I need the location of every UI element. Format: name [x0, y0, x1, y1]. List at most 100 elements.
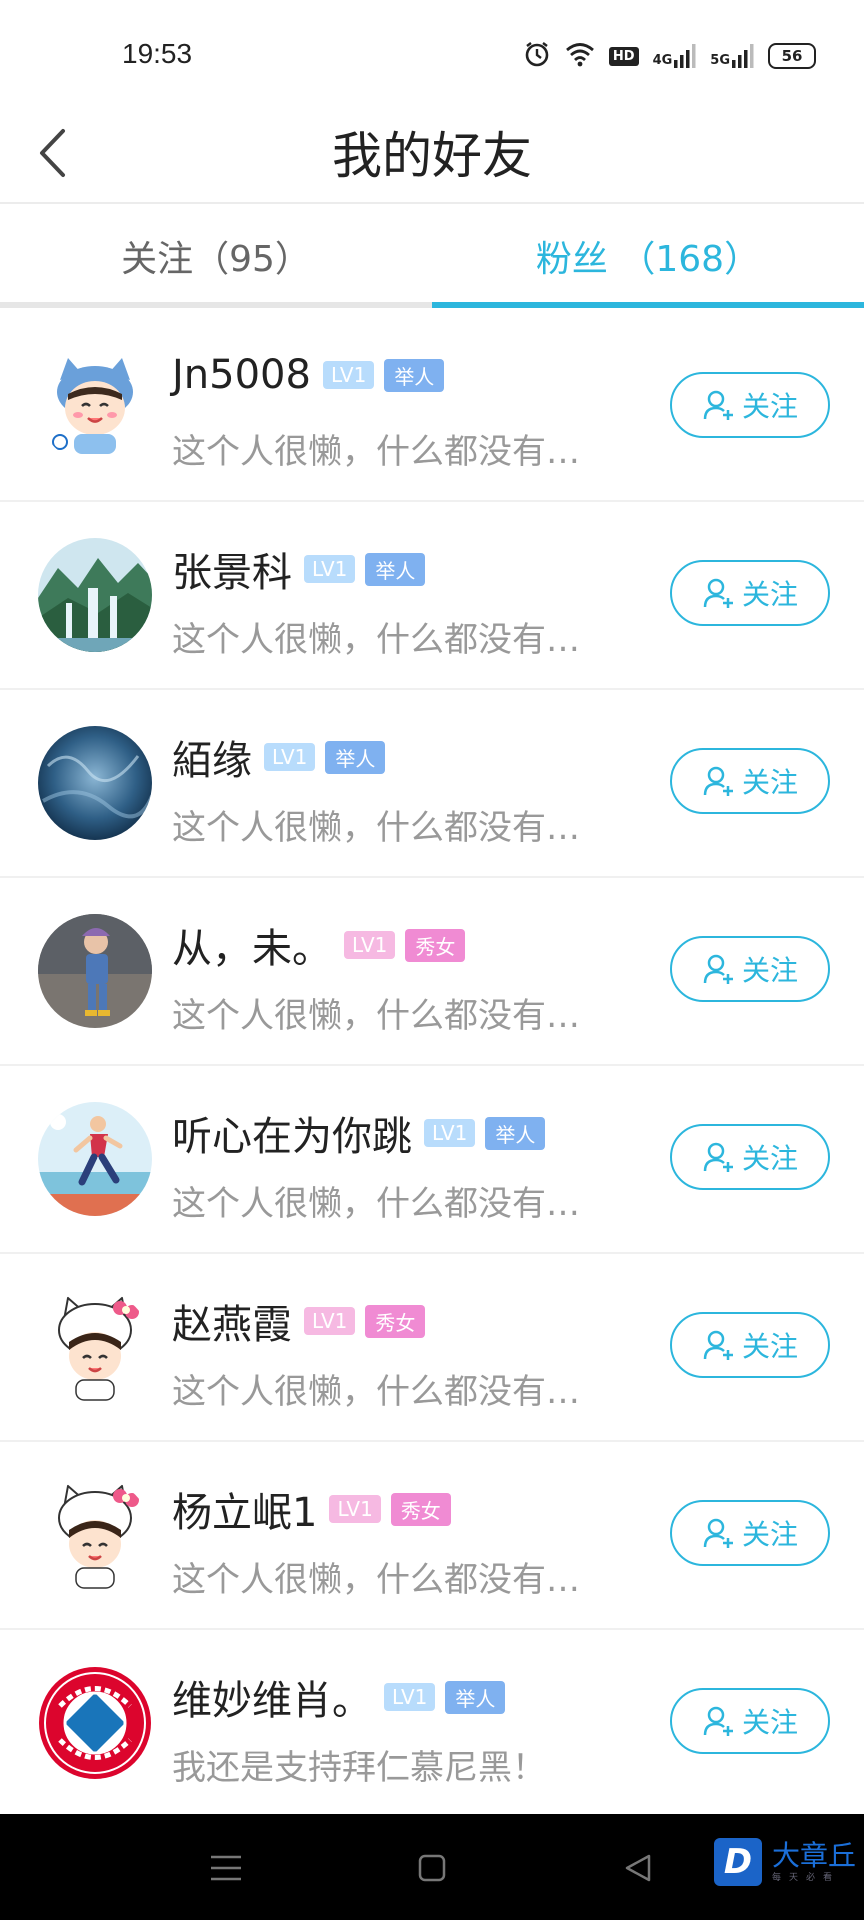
name-line: Jn5008 LV1 举人 — [172, 352, 445, 398]
title-badge: 举人 — [365, 552, 426, 586]
title-badge: 举人 — [485, 1116, 546, 1150]
page-header: 我的好友 — [0, 108, 864, 202]
watermark: D 大章丘 每天必看 — [714, 1838, 856, 1886]
user-name: 杨立岷1 — [172, 1490, 318, 1536]
battery-icon: 56 — [768, 43, 816, 69]
signal-5g-icon: 5G — [710, 44, 754, 68]
status-bar: 19:53 HD 4G 5G 56 — [0, 0, 864, 108]
add-user-icon — [703, 390, 733, 420]
user-name: 絔缘 — [172, 738, 252, 784]
follow-button-label: 关注 — [741, 1706, 798, 1739]
user-name: 赵燕霞 — [172, 1302, 292, 1348]
list-item[interactable]: 从，未。 LV1 秀女 这个人很懒，什么都没有… 关注 — [0, 878, 864, 1066]
follow-button[interactable]: 关注 — [670, 1500, 830, 1566]
avatar[interactable] — [38, 1666, 152, 1780]
follow-button[interactable]: 关注 — [670, 1124, 830, 1190]
signal-4g-icon: 4G — [653, 44, 697, 68]
avatar[interactable] — [38, 538, 152, 652]
level-badge: LV1 — [304, 555, 356, 583]
add-user-icon — [703, 1706, 733, 1736]
nav-back-button[interactable] — [612, 1842, 664, 1894]
avatar[interactable] — [38, 1478, 152, 1592]
follow-button[interactable]: 关注 — [670, 1312, 830, 1378]
tab-bar: 关注（95） 粉丝 （168） — [0, 204, 864, 308]
page-title: 我的好友 — [332, 127, 532, 185]
watermark-brand: 大章丘 — [772, 1838, 857, 1872]
watermark-logo-icon: D — [714, 1838, 762, 1886]
add-user-icon — [703, 578, 733, 608]
follow-button[interactable]: 关注 — [670, 372, 830, 438]
nav-menu-button[interactable] — [200, 1842, 252, 1894]
follow-button[interactable]: 关注 — [670, 560, 830, 626]
follow-button-label: 关注 — [741, 578, 798, 611]
level-badge: LV1 — [322, 361, 375, 389]
add-user-icon — [703, 1518, 733, 1548]
add-user-icon — [703, 1142, 733, 1172]
follow-button-label: 关注 — [741, 1142, 798, 1175]
follow-button[interactable]: 关注 — [670, 1688, 830, 1754]
name-line: 从，未。 LV1 秀女 — [172, 916, 466, 974]
follow-button[interactable]: 关注 — [670, 936, 830, 1002]
level-badge: LV1 — [384, 1683, 436, 1711]
title-badge: 秀女 — [390, 1492, 451, 1526]
list-item[interactable]: 张景科 LV1 举人 这个人很懒，什么都没有… 关注 — [0, 502, 864, 690]
level-badge: LV1 — [344, 931, 396, 959]
cartoon-kitty-icon — [38, 1478, 152, 1592]
alarm-icon — [523, 40, 551, 72]
follow-button-label: 关注 — [741, 1330, 798, 1363]
user-bio: 我还是支持拜仁慕尼黑！ — [172, 1748, 546, 1788]
user-bio: 这个人很懒，什么都没有… — [172, 1560, 580, 1600]
fc-bayern-logo-icon — [39, 1667, 151, 1779]
list-item[interactable]: 赵燕霞 LV1 秀女 这个人很懒，什么都没有… 关注 — [0, 1254, 864, 1442]
home-square-icon — [418, 1854, 446, 1882]
status-icons: HD 4G 5G 56 — [523, 40, 816, 72]
follow-button-label: 关注 — [741, 390, 798, 423]
waterfall-landscape-icon — [38, 538, 152, 652]
avatar[interactable] — [38, 726, 152, 840]
follow-button-label: 关注 — [741, 766, 798, 799]
avatar[interactable] — [38, 914, 152, 1028]
list-item[interactable]: 听心在为你跳 LV1 举人 这个人很懒，什么都没有… 关注 — [0, 1066, 864, 1254]
avatar[interactable] — [38, 1102, 152, 1216]
fans-list: Jn5008 LV1 举人 这个人很懒，什么都没有… 关注 张景科 LV1 举人… — [0, 314, 864, 1818]
status-time: 19:53 — [122, 38, 193, 69]
nav-home-button[interactable] — [406, 1842, 458, 1894]
add-user-icon — [703, 1330, 733, 1360]
level-badge: LV1 — [264, 743, 316, 771]
cartoon-cat-hat-icon — [38, 350, 152, 464]
child-photo-icon — [38, 914, 152, 1028]
user-bio: 这个人很懒，什么都没有… — [172, 1184, 580, 1224]
user-name: 张景科 — [172, 550, 292, 596]
list-item[interactable]: Jn5008 LV1 举人 这个人很懒，什么都没有… 关注 — [0, 314, 864, 502]
avatar[interactable] — [38, 1290, 152, 1404]
name-line: 听心在为你跳 LV1 举人 — [172, 1104, 546, 1162]
user-name: 维妙维肖。 — [172, 1678, 372, 1724]
name-line: 赵燕霞 LV1 秀女 — [172, 1292, 426, 1350]
level-badge: LV1 — [424, 1119, 476, 1147]
user-bio: 这个人很懒，什么都没有… — [172, 1372, 580, 1412]
list-item[interactable]: 杨立岷1 LV1 秀女 这个人很懒，什么都没有… 关注 — [0, 1442, 864, 1630]
menu-icon — [211, 1855, 241, 1881]
user-bio: 这个人很懒，什么都没有… — [172, 996, 580, 1036]
list-item[interactable]: 维妙维肖。 LV1 举人 我还是支持拜仁慕尼黑！ 关注 — [0, 1630, 864, 1818]
user-name: Jn5008 — [172, 352, 311, 398]
user-bio: 这个人很懒，什么都没有… — [172, 432, 580, 472]
user-bio: 这个人很懒，什么都没有… — [172, 808, 580, 848]
user-bio: 这个人很懒，什么都没有… — [172, 620, 580, 660]
level-badge: LV1 — [304, 1307, 356, 1335]
back-triangle-icon — [625, 1854, 651, 1882]
system-navigation-bar: D 大章丘 每天必看 — [0, 1814, 864, 1920]
title-badge: 举人 — [325, 740, 386, 774]
follow-button[interactable]: 关注 — [670, 748, 830, 814]
avatar[interactable] — [38, 350, 152, 464]
list-item[interactable]: 絔缘 LV1 举人 这个人很懒，什么都没有… 关注 — [0, 690, 864, 878]
tab-following[interactable]: 关注（95） — [0, 204, 432, 308]
title-badge: 举人 — [384, 358, 445, 392]
add-user-icon — [703, 954, 733, 984]
runner-icon — [38, 1102, 152, 1216]
tab-fans[interactable]: 粉丝 （168） — [432, 204, 864, 308]
cartoon-kitty-icon — [38, 1290, 152, 1404]
title-badge: 秀女 — [365, 1304, 426, 1338]
follow-button-label: 关注 — [741, 954, 798, 987]
follow-button-label: 关注 — [741, 1518, 798, 1551]
